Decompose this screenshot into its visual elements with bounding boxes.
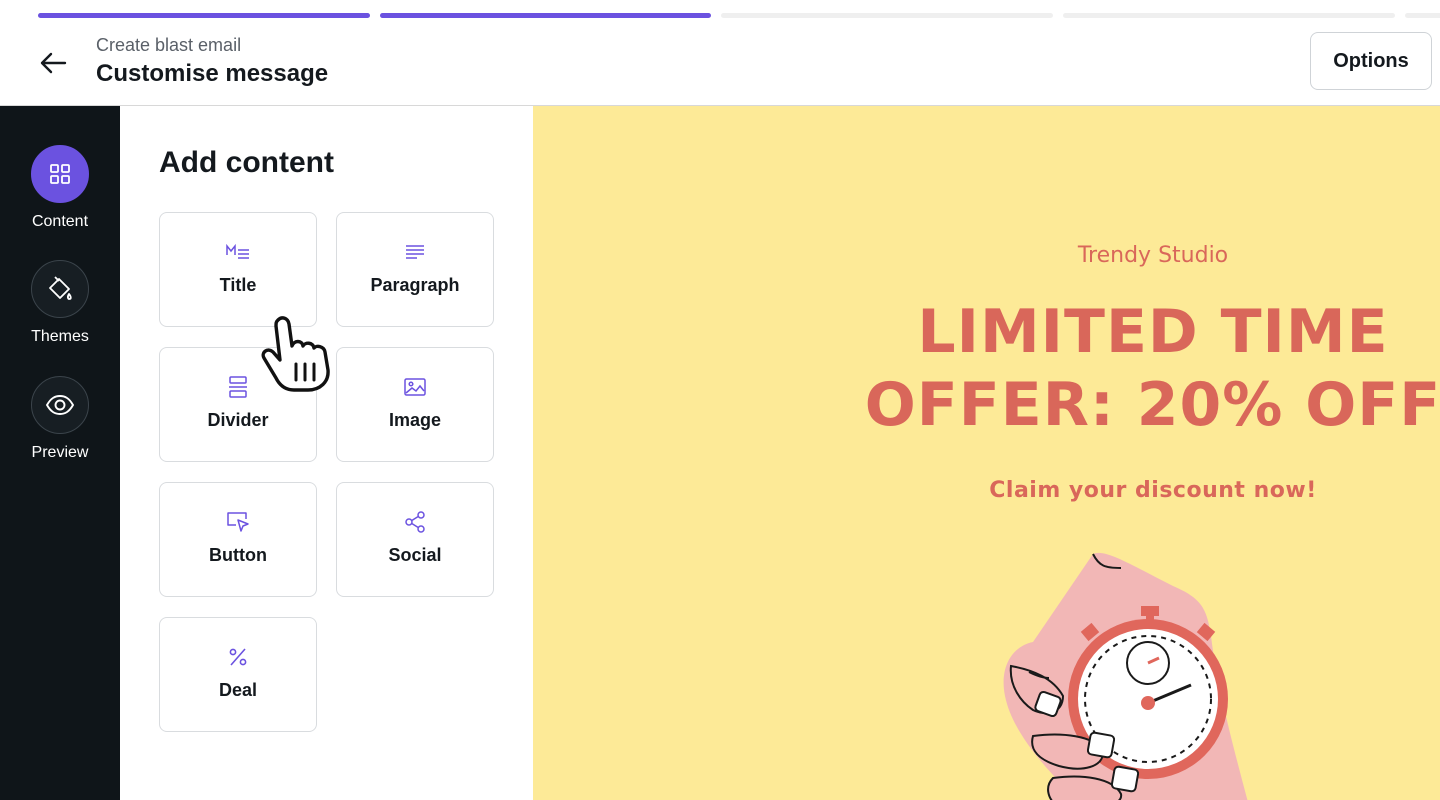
tile-label: Image xyxy=(388,410,442,430)
rail-label: Content xyxy=(31,213,89,230)
tile-image[interactable]: Image xyxy=(336,347,494,462)
headline-line-2: OFFER: 20% OFF xyxy=(864,370,1440,440)
email-headline[interactable]: LIMITED TIME OFFER: 20% OFF xyxy=(533,296,1440,442)
tile-label: Divider xyxy=(207,410,269,430)
eye-icon xyxy=(31,376,89,434)
page-header: Create blast email Customise message Opt… xyxy=(0,18,1440,106)
rail-item-preview[interactable]: Preview xyxy=(0,376,120,476)
back-button[interactable] xyxy=(36,46,70,80)
tile-label: Button xyxy=(209,545,267,565)
rail-item-themes[interactable]: Themes xyxy=(0,260,120,360)
tile-divider[interactable]: Divider xyxy=(159,347,317,462)
tile-title[interactable]: Title xyxy=(159,212,317,327)
paint-bucket-icon xyxy=(31,260,89,318)
tile-social[interactable]: Social xyxy=(336,482,494,597)
tile-label: Social xyxy=(388,545,442,565)
tile-label: Deal xyxy=(218,680,258,700)
paragraph-lines-icon xyxy=(405,241,425,263)
options-button[interactable]: Options xyxy=(1310,32,1432,90)
add-content-panel: Add content Title Paragraph Divider Imag… xyxy=(120,106,533,800)
divider-icon xyxy=(228,376,248,398)
panel-title: Add content xyxy=(159,146,334,179)
tile-label: Paragraph xyxy=(370,275,460,295)
tile-deal[interactable]: Deal xyxy=(159,617,317,732)
grid-icon xyxy=(31,145,89,203)
side-rail: Content Themes Preview xyxy=(0,106,120,800)
image-icon xyxy=(404,376,426,398)
markdown-title-icon xyxy=(226,241,250,263)
email-brand-name[interactable]: Trendy Studio xyxy=(533,243,1440,268)
breadcrumb: Create blast email xyxy=(96,35,242,55)
arrow-left-icon xyxy=(40,52,67,74)
page-title: Customise message xyxy=(96,60,329,87)
stopwatch-hand-illustration[interactable] xyxy=(993,546,1313,800)
percent-icon xyxy=(228,646,248,668)
tile-paragraph[interactable]: Paragraph xyxy=(336,212,494,327)
rail-item-content[interactable]: Content xyxy=(0,145,120,245)
button-cursor-icon xyxy=(226,511,250,533)
email-preview: Trendy Studio LIMITED TIME OFFER: 20% OF… xyxy=(533,106,1440,800)
share-icon xyxy=(404,511,426,533)
tile-label: Title xyxy=(219,275,257,295)
rail-label: Themes xyxy=(31,328,89,345)
tile-button[interactable]: Button xyxy=(159,482,317,597)
rail-label: Preview xyxy=(31,444,89,461)
email-subheadline[interactable]: Claim your discount now! xyxy=(533,478,1440,503)
headline-line-1: LIMITED TIME xyxy=(917,297,1389,367)
